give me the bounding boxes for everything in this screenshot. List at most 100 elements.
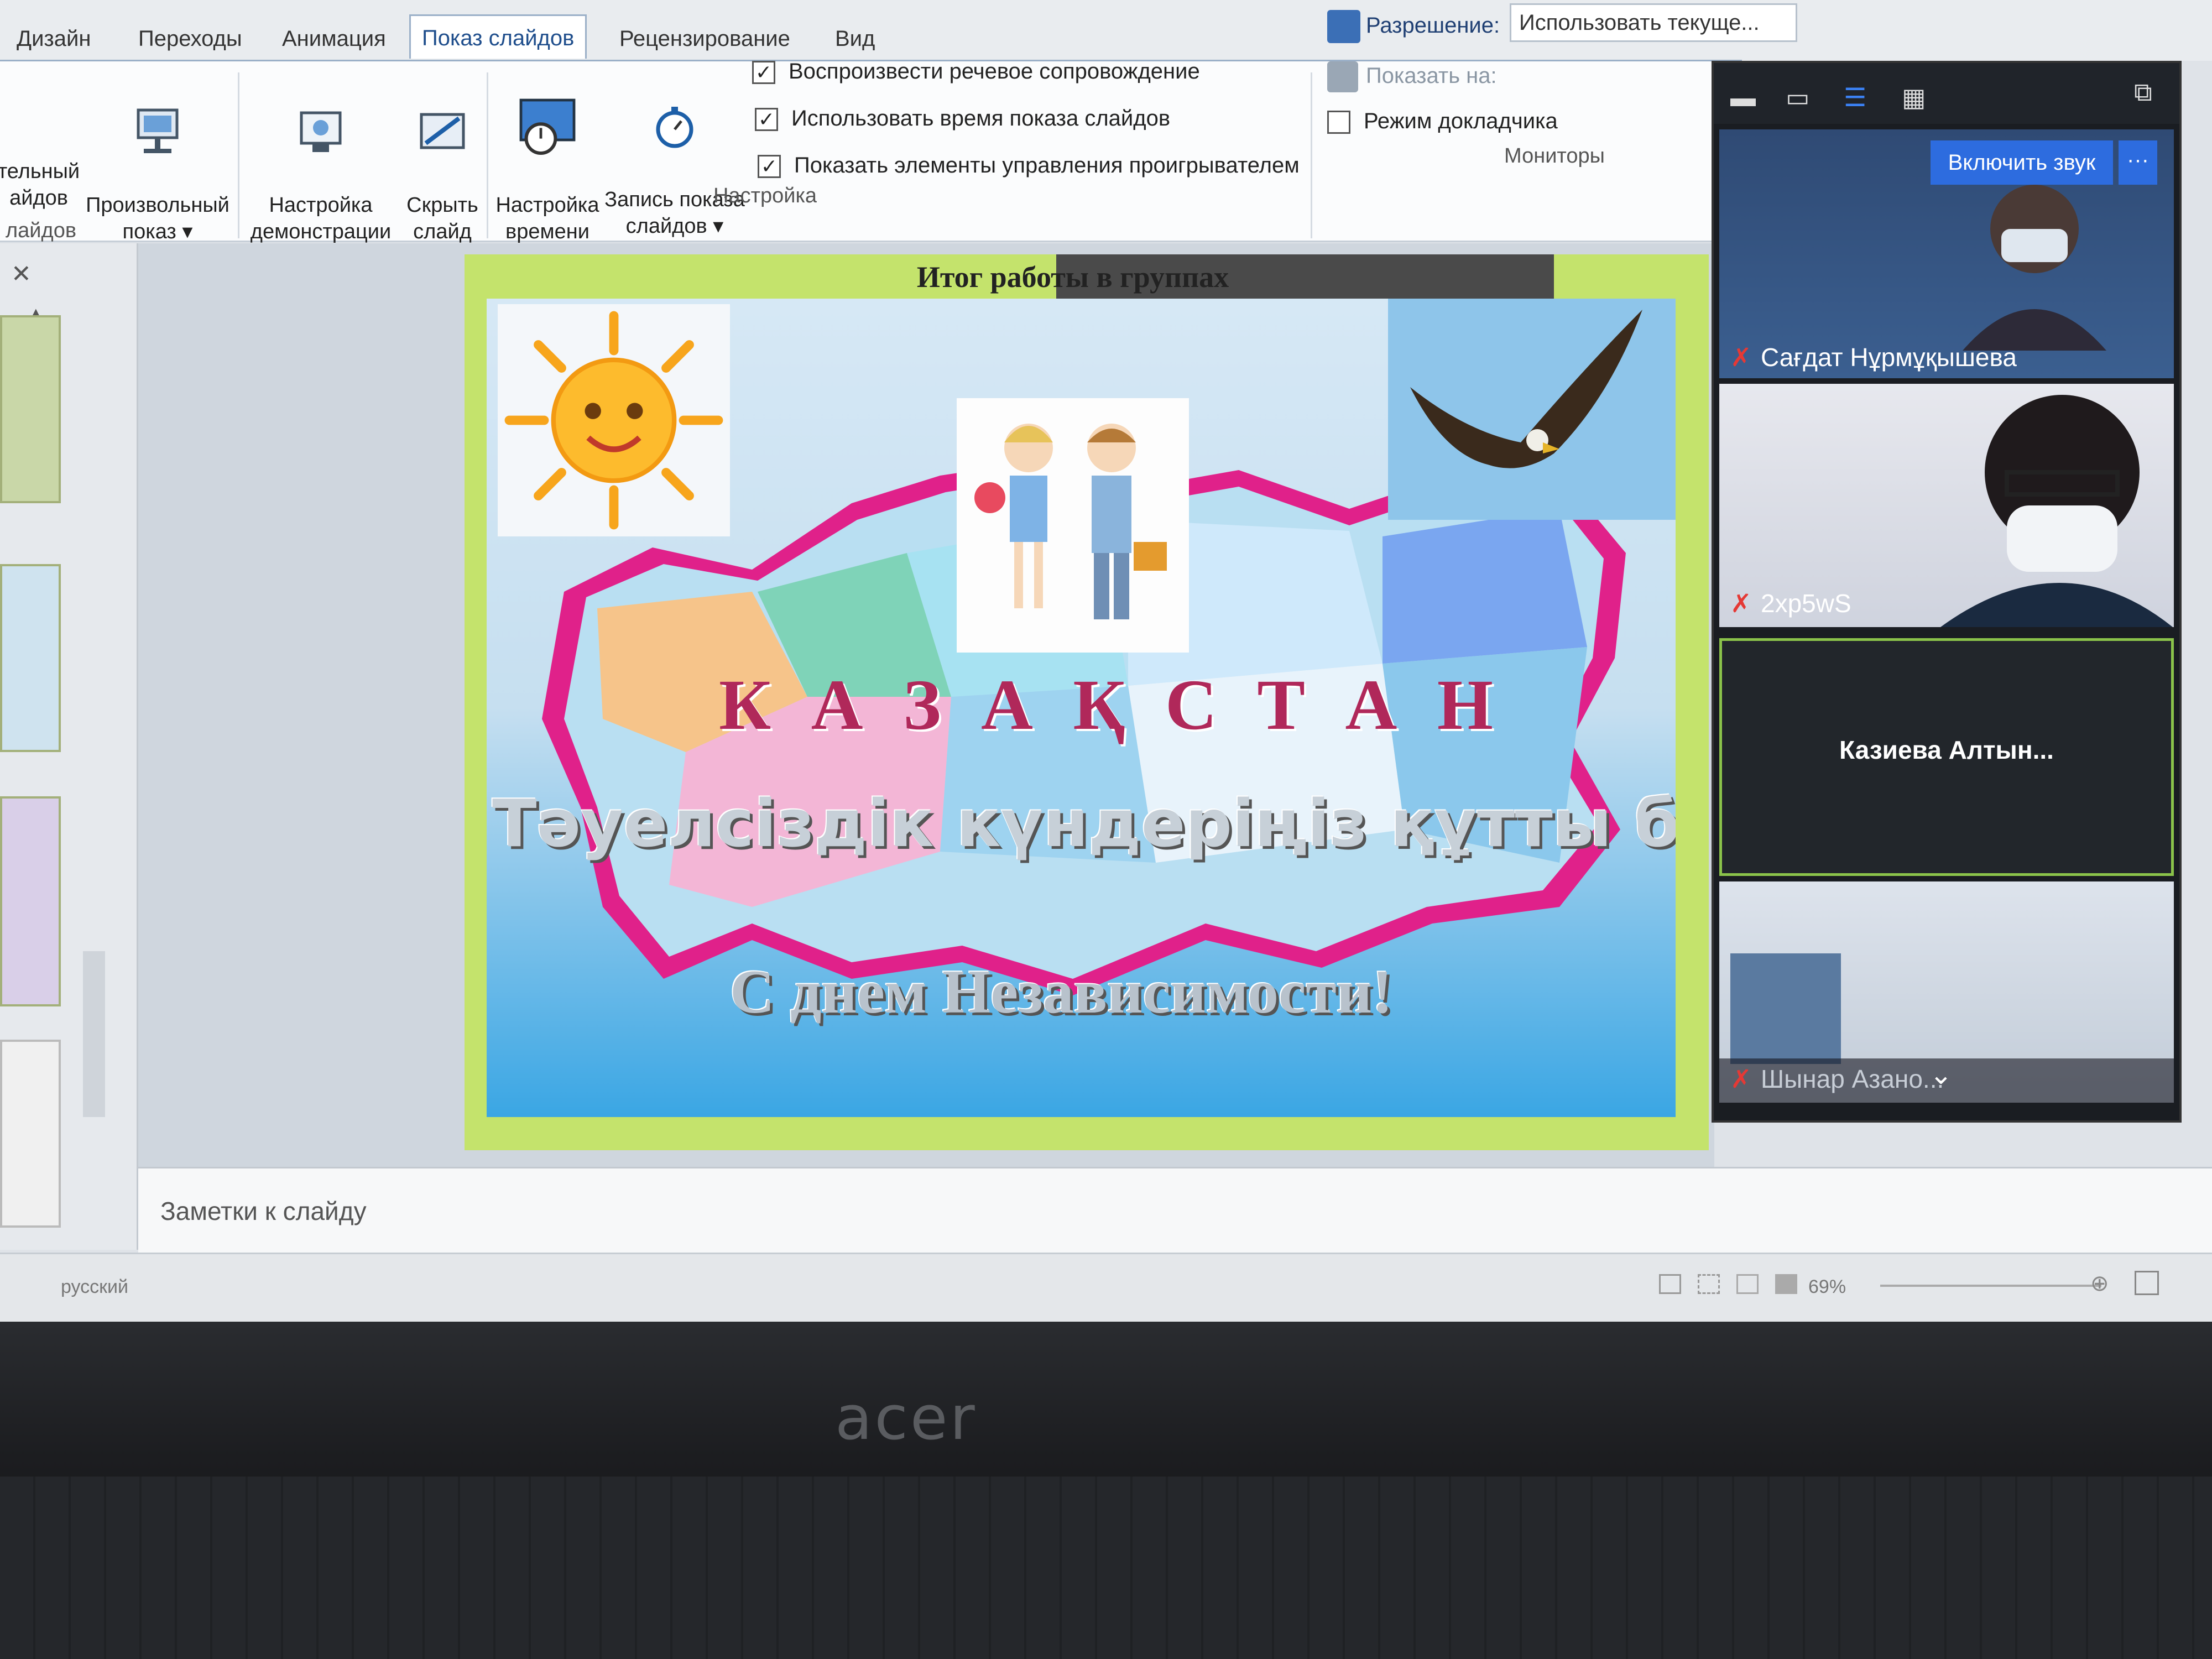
kz-letter: С xyxy=(1165,665,1217,745)
ribbon: тельный айдов Произвольный показ ▾ Настр… xyxy=(0,59,1742,245)
kz-letter: Т xyxy=(1257,665,1306,745)
slideshow-view-icon[interactable] xyxy=(1775,1274,1797,1294)
checkbox-narration-label: Воспроизвести речевое сопровождение xyxy=(789,59,1200,84)
checkbox-use-timings-box[interactable]: ✓ xyxy=(755,108,778,132)
status-bar: русский 69% ⊕ xyxy=(0,1253,2212,1322)
tab-transitions[interactable]: Переходы xyxy=(127,17,253,61)
chevron-down-icon[interactable]: ⌄ xyxy=(1929,1058,1953,1091)
popout-icon[interactable]: ⧉ xyxy=(2134,77,2152,108)
participant-name: Сағдат Нұрмұқышева xyxy=(1761,343,2017,372)
checkbox-presenter-view-box[interactable] xyxy=(1327,111,1350,134)
slide-title[interactable]: Итог работы в группах xyxy=(796,260,1349,294)
zoom-in-icon[interactable]: ⊕ xyxy=(2090,1271,2109,1296)
congrats-russian-text[interactable]: С днем Независимости! xyxy=(730,957,1504,1028)
checkbox-presenter-view[interactable]: Режим докладчика xyxy=(1327,106,1558,137)
fit-slide-icon[interactable] xyxy=(2135,1271,2159,1295)
checkbox-media-controls-label: Показать элементы управления проигрывате… xyxy=(794,153,1300,178)
notes-placeholder[interactable]: Заметки к слайду xyxy=(160,1196,367,1226)
group-label-monitors: Мониторы xyxy=(1504,144,1605,168)
participant-video xyxy=(1963,185,2106,351)
keyboard-area xyxy=(0,1477,2212,1659)
kz-letter: А xyxy=(1345,665,1397,745)
congrats-kazakh-text[interactable]: Тәуелсіздік күндеріңіз құтты болсын xyxy=(492,785,1676,862)
tab-slideshow[interactable]: Показ слайдов xyxy=(409,14,587,59)
grid-view-icon[interactable]: ▦ xyxy=(1902,82,1926,112)
participant-tile-active[interactable]: Казиева Алтын... xyxy=(1719,638,2174,876)
participant-video xyxy=(1940,395,2173,627)
participant-tile[interactable]: ✗ Шынар Азано... ⌄ xyxy=(1719,881,2174,1103)
custom-show-icon xyxy=(137,108,179,153)
checkbox-media-controls-box[interactable]: ✓ xyxy=(758,155,781,179)
participant-tile[interactable]: ✗ 2xp5wS xyxy=(1719,384,2174,627)
rehearse-timings-button[interactable]: Настройка времени xyxy=(487,67,608,245)
hide-slide-icon xyxy=(420,113,465,149)
kz-letter: К xyxy=(719,665,771,745)
video-call-panel: ▬ ▭ ☰ ▦ ⧉ Включить звук ··· ✗ Сағдат Нұр… xyxy=(1712,61,2182,1123)
checkbox-use-timings[interactable]: ✓ Использовать время показа слайдов xyxy=(755,103,1170,134)
from-start-button[interactable]: тельный айдов xyxy=(0,158,88,211)
slide-thumbnail[interactable] xyxy=(0,1040,61,1228)
muted-mic-icon: ✗ xyxy=(1730,343,1752,372)
participant-tile[interactable]: Включить звук ··· ✗ Сағдат Нұрмұқышева xyxy=(1719,129,2174,378)
laptop-bezel: acer xyxy=(0,1322,2212,1659)
custom-show-button[interactable]: Произвольный показ ▾ xyxy=(83,78,232,245)
tab-animation[interactable]: Анимация xyxy=(271,17,397,61)
unmute-button[interactable]: Включить звук xyxy=(1931,140,2113,185)
thumbnail-scrollbar[interactable] xyxy=(83,951,105,1117)
rehearse-timings-label: Настройка времени xyxy=(495,194,599,243)
status-language[interactable]: русский xyxy=(61,1276,128,1298)
participant-name: 2xp5wS xyxy=(1761,589,1851,618)
checkbox-use-timings-label: Использовать время показа слайдов xyxy=(791,106,1171,131)
group-label-setup: Настройка xyxy=(713,184,817,207)
kz-letter: А xyxy=(981,665,1033,745)
participant-name: Казиева Алтын... xyxy=(1839,735,2054,764)
resolution-select[interactable]: Использовать текуще... xyxy=(1510,3,1797,42)
normal-view-icon[interactable] xyxy=(1659,1274,1681,1294)
close-pane-icon[interactable]: ✕ xyxy=(11,260,32,288)
minimize-icon[interactable]: ▬ xyxy=(1730,82,1756,112)
checkbox-narration-box[interactable]: ✓ xyxy=(752,61,775,85)
slide-thumbnail[interactable] xyxy=(0,315,61,503)
ribbon-separator xyxy=(1311,72,1312,238)
ribbon-tabs: Дизайн Переходы Анимация Показ слайдов Р… xyxy=(0,0,2212,61)
children-image xyxy=(957,398,1189,653)
slide-thumbnail[interactable] xyxy=(0,564,61,752)
list-view-icon[interactable]: ☰ xyxy=(1844,82,1866,112)
zoom-slider[interactable] xyxy=(1880,1285,2101,1287)
checkbox-media-controls[interactable]: ✓ Показать элементы управления проигрыват… xyxy=(758,150,1300,181)
call-toolbar: ▬ ▭ ☰ ▦ ⧉ xyxy=(1714,63,2179,124)
slide-editing-area: Итог работы в группах К А З А Қ С Т А Н … xyxy=(138,243,1714,1167)
custom-show-label: Произвольный показ ▾ xyxy=(86,194,229,243)
ribbon-separator xyxy=(238,72,239,238)
slide-notes-pane[interactable]: Заметки к слайду xyxy=(138,1167,2212,1255)
hide-slide-button[interactable]: Скрыть слайд xyxy=(393,78,492,245)
record-show-button[interactable]: Запись показа слайдов ▾ xyxy=(603,72,747,239)
slide-canvas[interactable]: Итог работы в группах К А З А Қ С Т А Н … xyxy=(465,254,1709,1150)
stopwatch-icon xyxy=(656,107,693,148)
tab-view[interactable]: Вид xyxy=(824,17,886,61)
setup-show-icon xyxy=(300,111,342,152)
more-options-button[interactable]: ··· xyxy=(2119,140,2157,185)
kz-letter: Н xyxy=(1437,665,1493,745)
checkbox-narration[interactable]: ✓ Воспроизвести речевое сопровождение xyxy=(752,56,1200,87)
participant-name: Шынар Азано... xyxy=(1761,1065,1944,1093)
sorter-view-icon[interactable] xyxy=(1698,1274,1720,1294)
muted-mic-icon: ✗ xyxy=(1730,1065,1752,1093)
slide-thumbnail[interactable] xyxy=(0,796,61,1006)
show-on-label: Показать на: xyxy=(1366,64,1497,88)
rehearse-timings-icon xyxy=(519,98,576,155)
kazakhstan-letters: К А З А Қ С Т А Н xyxy=(719,664,1493,747)
kz-letter: Қ xyxy=(1073,665,1125,745)
zoom-level[interactable]: 69% xyxy=(1808,1276,1846,1298)
laptop-brand-logo: acer xyxy=(835,1383,977,1453)
reading-view-icon[interactable] xyxy=(1736,1274,1759,1294)
hide-slide-label: Скрыть слайд xyxy=(406,194,478,243)
resolution-icon xyxy=(1327,10,1360,43)
participant-video xyxy=(1730,953,1841,1064)
sun-image xyxy=(498,304,730,536)
tab-design[interactable]: Дизайн xyxy=(6,17,102,61)
window-icon[interactable]: ▭ xyxy=(1786,82,1809,112)
tab-review[interactable]: Рецензирование xyxy=(608,17,801,61)
setup-show-button[interactable]: Настройка демонстрации xyxy=(249,78,393,245)
slide-thumbnails-pane: ✕ ▲ xyxy=(0,243,138,1250)
